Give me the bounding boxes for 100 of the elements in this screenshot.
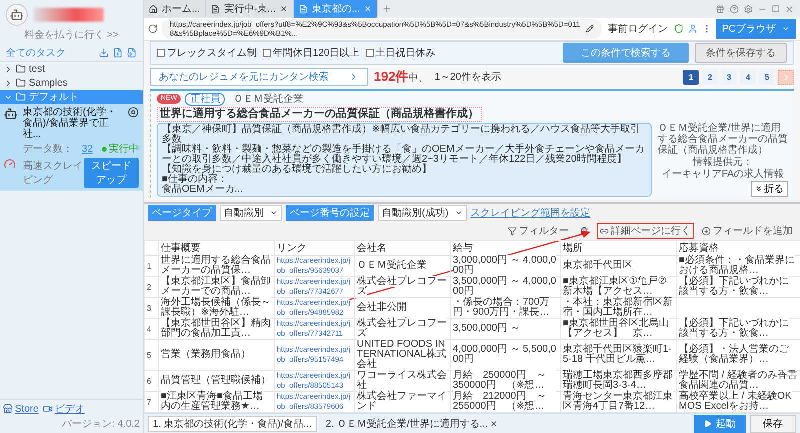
start-button[interactable]: 起動 bbox=[694, 414, 746, 432]
toolbar-button[interactable]: フィールドを追加 bbox=[699, 223, 796, 239]
description-line: 【調味料・飲料・製麺・惣菜などの製造を手掛ける「食」のOEMメーカー／大手外食チェーンや食品メーカーとの取引多数／中途入社社員が多く働きやすい環境／週2~3リモート／年休122日／残業20時間程度】 bbox=[162, 145, 646, 165]
description-line: 【東京／神保町】品質保証（商品規格書作成）※幅広い食品カテゴリーに携われる／ハウス食品等大手取引多数 bbox=[162, 125, 642, 145]
help-icon[interactable] bbox=[730, 4, 739, 14]
table-cell: 株式会社ファーマインド bbox=[354, 392, 450, 412]
page-number-select[interactable]: 自動識別(成功) bbox=[378, 205, 467, 221]
row-number: 6 bbox=[144, 370, 158, 392]
browser-mode-button[interactable]: PCブラウザ bbox=[716, 19, 796, 39]
resume-search-link[interactable]: あなたのレジュメを元にカンタン検索 bbox=[150, 68, 368, 86]
page-icon bbox=[299, 4, 308, 14]
caret-icon bbox=[270, 209, 278, 217]
result-count: 192件中、 bbox=[374, 68, 429, 86]
footer-link[interactable]: Store bbox=[3, 404, 39, 414]
pencil-icon bbox=[586, 25, 594, 33]
table-cell: 3,500,000円 ～ 4,000,000円 bbox=[450, 276, 560, 298]
table-cell: 世界に適用する総合食品メーカーの品質保… bbox=[158, 256, 274, 276]
robot-icon bbox=[10, 8, 24, 22]
table-cell: 海外工場長候補（係長～課長職）※海外駐… bbox=[158, 298, 274, 318]
row-number: 5 bbox=[144, 340, 158, 370]
page-button[interactable]: 4 bbox=[740, 70, 756, 84]
import-icon[interactable] bbox=[127, 48, 137, 58]
table-cell: 品質管理（管理職候補） bbox=[158, 370, 274, 392]
avatar[interactable] bbox=[6, 4, 28, 26]
column-header: 会社名 bbox=[354, 240, 450, 256]
collapse-button[interactable]: 折る bbox=[751, 181, 788, 197]
next-page-button[interactable] bbox=[778, 70, 794, 84]
folder-icon bbox=[16, 92, 26, 102]
table-cell: ■必須条件：・食品業界における商品規格… bbox=[676, 256, 800, 276]
row-number: 2 bbox=[144, 276, 158, 298]
chevrons-down-icon bbox=[755, 185, 763, 193]
robot-icon bbox=[4, 107, 18, 121]
close-icon[interactable] bbox=[490, 420, 498, 428]
plus-circle-icon bbox=[702, 226, 711, 236]
folder-item[interactable]: test bbox=[0, 62, 143, 76]
table-cell: 【東京都世田谷区】精肉部門の食品加工責… bbox=[158, 318, 274, 340]
maximize-icon[interactable] bbox=[772, 5, 780, 13]
task-tab[interactable]: 1. 東京都の技術(化学・食品)/食品... bbox=[148, 416, 317, 432]
folder-item[interactable]: Samples bbox=[0, 76, 143, 90]
table-cell: 株式会社プレコフーズ bbox=[354, 276, 450, 298]
column-header: 場所 bbox=[560, 240, 676, 256]
image-alt-text: ＯＥＭ受託企業/世界に適用する総合食品メーカーの品質保証（商品規格書作成） bbox=[658, 123, 788, 156]
shield-icon[interactable] bbox=[674, 24, 684, 34]
page-type-select[interactable]: 自動識別 bbox=[220, 205, 282, 221]
job-title[interactable]: 世界に適用する総合食品メーカーの品質保証（商品規格書作成） bbox=[157, 107, 482, 122]
filter-checkbox[interactable]: 土日祝日休み bbox=[366, 46, 436, 60]
page-button[interactable]: 1 bbox=[683, 70, 699, 84]
description-line: ■仕事の内容： bbox=[162, 175, 230, 185]
gauge-icon bbox=[4, 158, 16, 170]
close-icon[interactable] bbox=[280, 5, 288, 13]
source-label: 情報提供元： bbox=[693, 157, 753, 168]
pre-login-button[interactable]: 事前ログイン bbox=[606, 22, 670, 36]
caret-icon bbox=[454, 209, 463, 217]
table-cell: 3,000,000円 ～ 4,000,000円 bbox=[450, 256, 560, 276]
all-tasks-label: 全てのタスク bbox=[6, 47, 67, 60]
data-count-label: データ数： bbox=[23, 143, 73, 156]
browser-tab[interactable]: 実行中-東... bbox=[206, 0, 294, 18]
speed-up-button[interactable]: スピードアップ bbox=[84, 158, 139, 188]
stop-icon[interactable] bbox=[128, 107, 139, 118]
user-icon[interactable] bbox=[688, 24, 698, 34]
caret-icon bbox=[782, 25, 790, 33]
table-cell: ・本社：東京都新宿区新宿・国内工場所在… bbox=[560, 298, 676, 318]
download-icon[interactable] bbox=[99, 48, 109, 58]
blurred-username bbox=[34, 8, 104, 22]
table-cell: 月給 250000円 ～ 350000円 （※想… bbox=[450, 370, 560, 392]
play-icon bbox=[704, 420, 712, 428]
table-cell: 【必須】下記いづれかに該当する方・飲食… bbox=[676, 318, 800, 340]
browser-tab[interactable]: ホーム... bbox=[144, 0, 206, 18]
task-tab[interactable]: 2. ＯＥＭ受託企業/世界に適用する... bbox=[320, 416, 504, 432]
folder-icon bbox=[16, 64, 26, 74]
toolbar-button[interactable]: フィルター bbox=[505, 223, 572, 239]
home-icon bbox=[149, 4, 158, 14]
table-cell: 学歴不問 / 経験者のみ香書食品関連の品質… bbox=[676, 370, 800, 392]
video-icon bbox=[42, 404, 53, 414]
column-header: リンク bbox=[274, 240, 354, 256]
reload-icon[interactable] bbox=[148, 24, 158, 34]
page-type-label: ページタイプ bbox=[148, 205, 216, 221]
save-conditions-button[interactable]: 条件を保存する bbox=[695, 43, 787, 63]
page-button[interactable]: 2 bbox=[702, 70, 718, 84]
task-title: 東京都の技術(化学・食品)/食品業界で正社... bbox=[23, 107, 118, 140]
filter-checkbox[interactable]: フレックスタイム制 bbox=[157, 46, 257, 60]
table-cell: 3,500,000円 ～ bbox=[450, 318, 560, 340]
row-number: 3 bbox=[144, 298, 158, 318]
footer-link[interactable]: ビデオ bbox=[42, 402, 85, 416]
new-file-icon[interactable] bbox=[113, 48, 123, 58]
page-button[interactable]: 5 bbox=[759, 70, 775, 84]
page-icon bbox=[211, 4, 220, 14]
filter-checkbox[interactable]: 年間休日120日以上 bbox=[263, 46, 360, 60]
save-button[interactable]: 保存 bbox=[750, 414, 796, 432]
table-cell: 【東京都江東区】食品卸メーカーでの商品… bbox=[158, 276, 274, 298]
row-number: 4 bbox=[144, 318, 158, 340]
new-tab-icon[interactable] bbox=[382, 4, 392, 14]
table-cell: ・係長の場合：700万円・900万円・課長… bbox=[450, 298, 560, 318]
task-card[interactable]: 東京都の技術(化学・食品)/食品業界で正社... データ数： 32 実行中 高速スクレイピング スピードアップ bbox=[0, 104, 143, 191]
settings-icon[interactable] bbox=[744, 4, 753, 14]
page-button[interactable]: 3 bbox=[721, 70, 737, 84]
gift-icon[interactable] bbox=[716, 4, 725, 14]
toolbar-button[interactable]: 詳細ページに行く bbox=[597, 223, 694, 239]
mode-text: 高速スクレイピング bbox=[23, 160, 84, 187]
scrape-range-link[interactable]: スクレイピング範囲を設定 bbox=[470, 206, 591, 220]
